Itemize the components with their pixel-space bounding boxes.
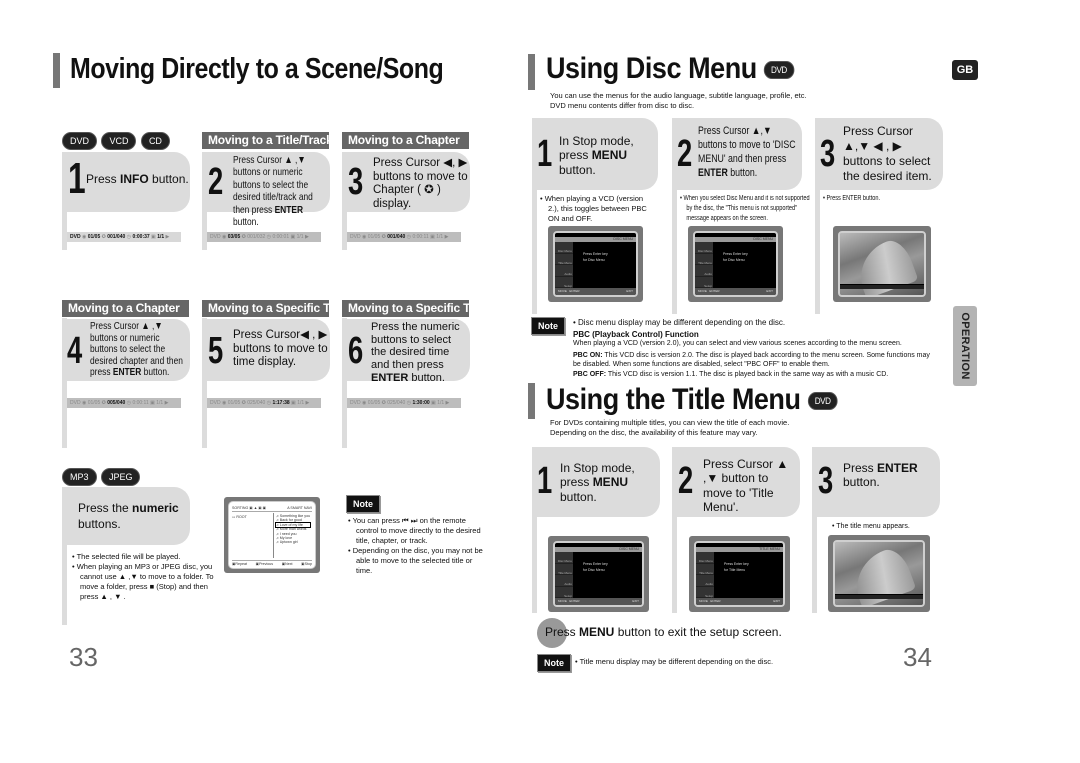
note-left-bullets: You can press ⏮ ⏭ on the remote control …	[348, 516, 483, 576]
mp3-track[interactable]: ♫ Uptown girl	[276, 540, 310, 544]
page-number-left: 33	[69, 642, 98, 672]
badge-mp3: MP3	[62, 468, 97, 486]
page-number-right: 34	[903, 642, 932, 672]
badge-dvd: DVD	[807, 392, 838, 411]
disc-badges: DVD VCD CD	[62, 131, 170, 150]
pbc-on: PBC ON: This VCD disc is version 2.0. Th…	[573, 352, 930, 368]
step-text: Press Cursor ▲ ,▼ buttons or numeric but…	[90, 320, 183, 379]
step-text: Press ENTER button.	[843, 461, 918, 490]
mp3-step-text: Press the numeric buttons.	[78, 501, 179, 532]
title-bar-accent	[528, 383, 535, 419]
badge-dvd: DVD	[763, 61, 795, 80]
section-header-chapter: Moving to a Chapter	[62, 300, 189, 317]
pbc-off: PBC OFF: This VCD disc is version 1.1. T…	[573, 371, 889, 378]
dolphin-image	[840, 233, 924, 295]
step-number: 3	[820, 133, 836, 175]
section-tab-operation: OPERATION	[953, 306, 977, 386]
section-header-specific-time: Moving to a Specific Time	[202, 300, 350, 317]
step-number: 1	[537, 133, 553, 175]
section-header-title-track: Moving to a Title/Track	[202, 132, 333, 149]
step-text: Press Cursor ▲,▼ ◀ , ▶ buttons to select…	[843, 124, 932, 183]
mp3-footer: ▣Repeat ▣Previous ▣Next ▣Stop	[232, 560, 312, 566]
dolphin-screen	[833, 226, 931, 302]
title-menu-screen: DISC MENU Disc Menu Title Menu Audio Set…	[548, 536, 649, 612]
step-number: 4	[67, 330, 83, 372]
step-number: 3	[818, 460, 834, 502]
step-text: Press Cursor ▲ ,▼ button to move to 'Tit…	[703, 457, 789, 515]
step-text: Press Cursor ▲ ,▼ buttons or numeric but…	[233, 154, 313, 228]
step-number: 5	[208, 330, 224, 372]
note-disc-menu: Note	[531, 316, 565, 335]
badge-dvd: DVD	[62, 132, 98, 150]
info-display-bar: DVD ◉ 01/05 ✪ 025/040 ◷ 1:30:00 ▣ 1/1 ▶	[347, 398, 461, 408]
title-menu-screen: TITLE MENU Disc Menu Title Menu Audio Se…	[689, 536, 790, 612]
page-title-left: Moving Directly to a Scene/Song	[70, 53, 444, 85]
step-number: 2	[208, 161, 224, 203]
step-text: Press Cursor ◀, ▶ buttons to move to Cha…	[373, 157, 468, 210]
title-bar-accent	[528, 54, 535, 90]
badge-jpeg: JPEG	[100, 468, 141, 486]
pbc-title: PBC (Playback Control) Function	[573, 330, 699, 339]
note-title-menu: Note	[537, 653, 571, 672]
dolphin-screen	[828, 535, 930, 612]
disc-menu-title: Using Disc Menu DVD	[546, 52, 795, 86]
info-display-bar: DVD ◉ 01/05 ✪ 001/040 ◷ 0:00:37 ▣ 1/1 ▶	[67, 232, 181, 242]
note-disc-menu-text: • Disc menu display may be different dep…	[573, 318, 786, 327]
bullet-item: The selected file will be played.	[72, 552, 222, 562]
section-header-chapter: Moving to a Chapter	[342, 132, 469, 149]
step-number: 2	[678, 460, 694, 502]
step-bullet: When playing a VCD (version 2.), this to…	[540, 194, 650, 224]
title-menu-title: Using the Title Menu DVD	[546, 383, 838, 417]
dolphin-image	[835, 542, 923, 605]
note-title-menu-text: • Title menu display may be different de…	[575, 657, 774, 666]
badge-vcd: VCD	[101, 132, 137, 150]
info-display-bar: DVD ◉ 03/05 ✪ 001/032 ◷ 0:00:01 ▣ 1/1 ▶	[207, 232, 321, 242]
info-display-bar: DVD ◉ 01/05 ✪ 025/040 ◷ 1:17:38 ▣ 1/1 ▶	[207, 398, 321, 408]
step-number: 2	[677, 133, 693, 175]
mp3-track-list: ♫ Something like you ♫ Back for good ♫ L…	[274, 514, 312, 545]
step-text: Press Cursor ▲,▼ buttons to move to 'DIS…	[698, 125, 796, 180]
language-badge: GB	[952, 60, 978, 80]
step-text: In Stop mode, press MENU button.	[560, 461, 635, 504]
disc-menu-screen: DISC MENU Disc Menu Title Menu Audio Set…	[688, 226, 783, 302]
mp3-bullets: The selected file will be played. When p…	[72, 552, 222, 602]
step-number: 1	[68, 154, 86, 203]
bullet-item: When playing an MP3 or JPEG disc, you ca…	[72, 562, 222, 602]
section-header-specific-time: Moving to a Specific Time	[342, 300, 490, 317]
disc-menu-intro: You can use the menus for the audio lang…	[550, 91, 807, 110]
step-text: In Stop mode, press MENU button.	[559, 134, 634, 177]
info-display-bar: DVD ◉ 01/05 ✪ 005/040 ◷ 0:00:11 ▣ 1/1 ▶	[67, 398, 181, 408]
step-text: Press the numeric buttons to select the …	[371, 321, 460, 384]
mp3-smart-navi: A SMART NAVI	[287, 506, 312, 510]
title-menu-intro: For DVDs containing multiple titles, you…	[550, 418, 790, 437]
bullet-item: You can press ⏮ ⏭ on the remote control …	[348, 516, 483, 546]
note-left: Note	[346, 494, 380, 513]
exit-instruction: Press MENU button to exit the setup scre…	[545, 625, 782, 639]
step-text: Press Cursor◀ , ▶ buttons to move to tim…	[233, 329, 328, 369]
step-text: Press INFO button.	[86, 172, 189, 186]
mp3-folder: ▭ ROOT	[232, 515, 247, 519]
pbc-intro: When playing a VCD (version 2.0), you ca…	[573, 340, 902, 347]
step-bullet: The title menu appears.	[832, 522, 942, 532]
step-bullet: When you select Disc Menu and it is not …	[680, 194, 812, 224]
mp3-screen-illustration: SORTING ▣ ▲ ▣ ▣ A SMART NAVI ▭ ROOT ♫ So…	[224, 497, 320, 573]
info-display-bar: DVD ◉ 01/05 ✪ 001/040 ◷ 0:00:11 ▣ 1/1 ▶	[347, 232, 461, 242]
disc-menu-screen: DISC MENU Disc Menu Title Menu Audio Set…	[548, 226, 643, 302]
badge-cd: CD	[140, 132, 170, 150]
step-number: 1	[537, 460, 553, 502]
mp3-badges: MP3 JPEG	[62, 467, 141, 486]
note-label: Note	[537, 654, 571, 672]
step-bullet: Press ENTER button.	[823, 194, 919, 204]
step-number: 6	[348, 330, 364, 372]
note-label: Note	[346, 495, 380, 513]
note-label: Note	[531, 317, 565, 335]
bullet-item: Depending on the disc, you may not be ab…	[348, 546, 483, 576]
step-number: 3	[348, 161, 364, 203]
title-bar-accent	[53, 53, 60, 88]
mp3-sort-label: SORTING	[232, 506, 249, 510]
